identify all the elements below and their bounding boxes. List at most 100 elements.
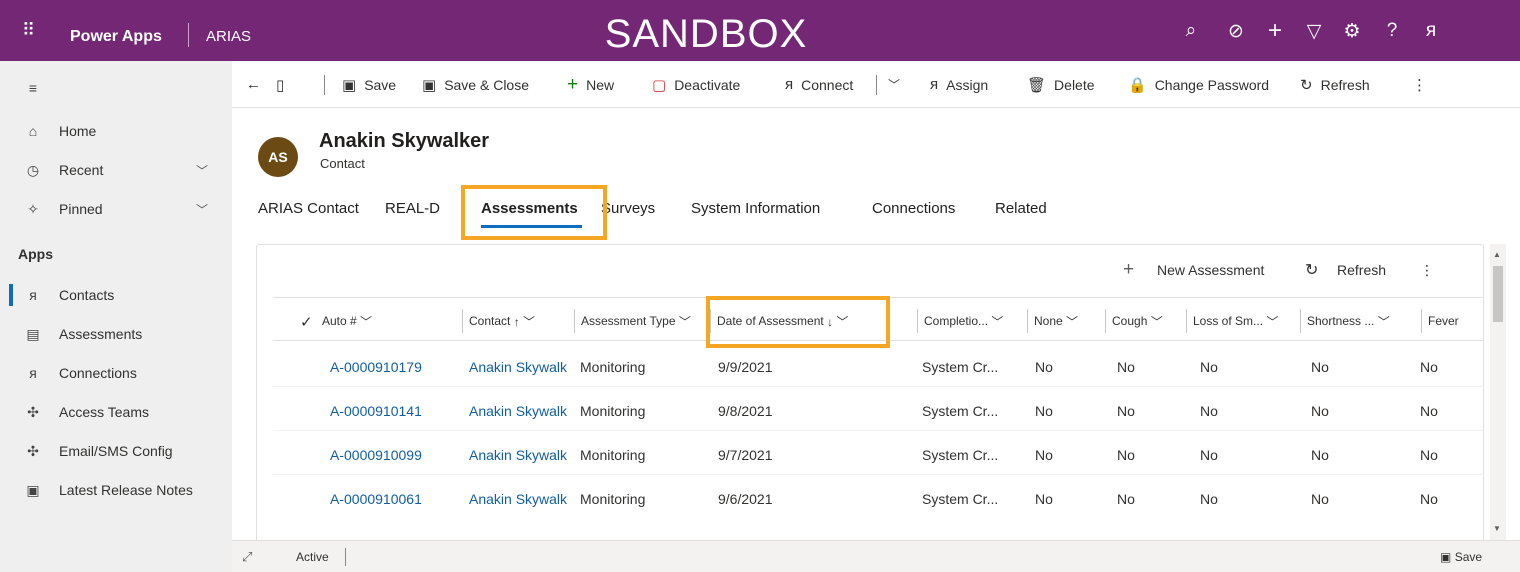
gear-icon[interactable]: ⚙ <box>1341 20 1363 42</box>
contact-link[interactable]: Anakin Skywalk <box>469 359 583 375</box>
auto-number-link[interactable]: A-0000910099 <box>330 447 422 463</box>
sidebar-item-pinned[interactable]: ✧ Pinned ﹀ <box>0 192 232 226</box>
table-cell: System Cr... <box>922 403 999 419</box>
plus-icon[interactable]: + <box>1264 17 1286 44</box>
assign-button[interactable]: ᴙ Assign <box>930 61 988 108</box>
sidebar-item-label: Connections <box>59 365 137 381</box>
row-divider <box>273 474 1484 475</box>
tab-system-information[interactable]: System Information <box>691 200 820 217</box>
table-cell: Monitoring <box>580 403 646 419</box>
chevron-down-icon[interactable]: ﹀ <box>196 162 208 179</box>
tab-connections[interactable]: Connections <box>872 200 955 217</box>
table-cell: No <box>1117 447 1135 463</box>
column-header-assessment-type[interactable]: Assessment Type ﹀ <box>574 309 691 333</box>
refresh-icon[interactable]: ↻ <box>1305 260 1318 280</box>
table-cell: No <box>1200 447 1218 463</box>
new-assessment-button[interactable]: New Assessment <box>1157 262 1264 278</box>
filter-icon[interactable]: ▽ <box>1303 20 1325 42</box>
auto-number-link[interactable]: A-0000910061 <box>330 491 422 507</box>
delete-label: Delete <box>1054 76 1095 93</box>
refresh-button[interactable]: ↻ Refresh <box>1300 61 1370 108</box>
avatar: AS <box>258 137 298 177</box>
table-cell: No <box>1117 359 1135 375</box>
new-button[interactable]: + New <box>567 61 614 108</box>
grid-more-icon[interactable]: ⋮ <box>1420 262 1434 279</box>
scroll-down-icon[interactable]: ▼ <box>1493 524 1501 533</box>
connect-button[interactable]: ᴙ Connect <box>785 61 853 108</box>
person-icon[interactable]: ᴙ <box>1420 20 1442 42</box>
column-header-shortness[interactable]: Shortness ... ﹀ <box>1300 309 1390 333</box>
sidebar-item-release-notes[interactable]: ▣ Latest Release Notes <box>0 473 232 507</box>
contact-link[interactable]: Anakin Skywalk <box>469 447 583 463</box>
save-icon: ▣ <box>1440 550 1452 564</box>
record-set-button[interactable]: ▯ <box>276 61 292 108</box>
back-button[interactable]: ← <box>246 61 269 108</box>
column-header-auto-number[interactable]: Auto # ﹀ <box>316 309 372 333</box>
chevron-down-icon[interactable]: ﹀ <box>196 201 208 218</box>
pin-icon: ✧ <box>27 200 39 217</box>
search-icon[interactable]: ⌕ <box>1180 20 1202 42</box>
task-icon[interactable]: ⊘ <box>1225 20 1247 42</box>
deactivate-icon: ▢ <box>652 76 667 94</box>
tab-related[interactable]: Related <box>995 200 1047 217</box>
hamburger-menu[interactable]: ≡ <box>0 71 232 105</box>
scroll-up-icon[interactable]: ▲ <box>1493 250 1501 259</box>
column-header-cough[interactable]: Cough ﹀ <box>1105 309 1163 333</box>
sidebar-item-home[interactable]: ⌂ Home <box>0 114 232 148</box>
sidebar-item-email-sms-config[interactable]: ✣ Email/SMS Config <box>0 434 232 468</box>
plus-icon[interactable]: + <box>1123 259 1134 281</box>
sidebar-item-label: Home <box>59 123 97 139</box>
select-all-checkbox[interactable]: ✓ <box>300 313 313 331</box>
table-cell: No <box>1311 359 1329 375</box>
delete-button[interactable]: 🗑 Delete <box>1027 61 1095 108</box>
auto-number-link[interactable]: A-0000910141 <box>330 403 422 419</box>
sidebar-item-label: Contacts <box>59 287 115 303</box>
save-close-button[interactable]: ▣ Save & Close <box>422 61 529 108</box>
table-cell: 9/7/2021 <box>718 447 773 463</box>
sidebar-item-connections[interactable]: ᴙ Connections <box>0 356 232 390</box>
scrollbar-thumb[interactable] <box>1493 266 1503 322</box>
auto-number-link[interactable]: A-0000910179 <box>330 359 422 375</box>
clipboard-icon: ▤ <box>26 325 40 342</box>
table-cell: Monitoring <box>580 359 646 375</box>
save-button[interactable]: ▣ Save <box>342 61 396 108</box>
sidebar-item-contacts[interactable]: ᴙ Contacts <box>0 278 232 312</box>
column-header-contact[interactable]: Contact ↑ ﹀ <box>462 309 535 333</box>
sidebar-item-recent[interactable]: ◷ Recent ﹀ <box>0 153 232 187</box>
status-bar: ⤢ Active ▣ Save <box>232 540 1520 572</box>
more-commands-button[interactable]: ⋮ <box>1412 61 1435 108</box>
tab-arias-contact[interactable]: ARIAS Contact <box>258 200 359 217</box>
deactivate-button[interactable]: ▢ Deactivate <box>652 61 740 108</box>
new-label: New <box>586 76 615 93</box>
column-label: Auto # <box>322 314 357 328</box>
notes-icon: ▣ <box>26 481 40 498</box>
column-label: Shortness ... <box>1307 314 1375 328</box>
column-header-loss-of-smell[interactable]: Loss of Sm... ﹀ <box>1186 309 1278 333</box>
column-header-fever[interactable]: Fever <box>1421 309 1484 333</box>
tab-surveys[interactable]: Surveys <box>601 200 655 217</box>
footer-save-button[interactable]: ▣ Save <box>1440 550 1482 564</box>
connect-dropdown[interactable]: ﹀ <box>888 61 908 108</box>
connections-icon: ᴙ <box>29 365 37 381</box>
refresh-icon: ↻ <box>1300 76 1313 94</box>
sidebar-item-assessments[interactable]: ▤ Assessments <box>0 317 232 351</box>
apps-heading: Apps <box>18 246 53 262</box>
hamburger-icon: ≡ <box>28 80 38 96</box>
arrow-left-icon: ← <box>246 76 261 93</box>
sidebar-item-access-teams[interactable]: ✣ Access Teams <box>0 395 232 429</box>
column-header-none[interactable]: None ﹀ <box>1027 309 1078 333</box>
column-header-completion[interactable]: Completio... ﹀ <box>917 309 1003 333</box>
tab-real-d[interactable]: REAL-D <box>385 200 440 217</box>
connections-icon: ᴙ <box>785 76 794 93</box>
expand-icon[interactable]: ⤢ <box>242 549 252 565</box>
table-cell: No <box>1035 447 1053 463</box>
table-cell: No <box>1420 491 1438 507</box>
grid-refresh-button[interactable]: Refresh <box>1337 262 1386 278</box>
change-password-button[interactable]: 🔒 Change Password <box>1128 61 1269 108</box>
table-cell: No <box>1035 491 1053 507</box>
contact-link[interactable]: Anakin Skywalk <box>469 491 583 507</box>
save-close-icon: ▣ <box>422 76 437 94</box>
column-label: Contact <box>469 314 511 328</box>
contact-link[interactable]: Anakin Skywalk <box>469 403 583 419</box>
help-icon[interactable]: ? <box>1381 20 1403 42</box>
